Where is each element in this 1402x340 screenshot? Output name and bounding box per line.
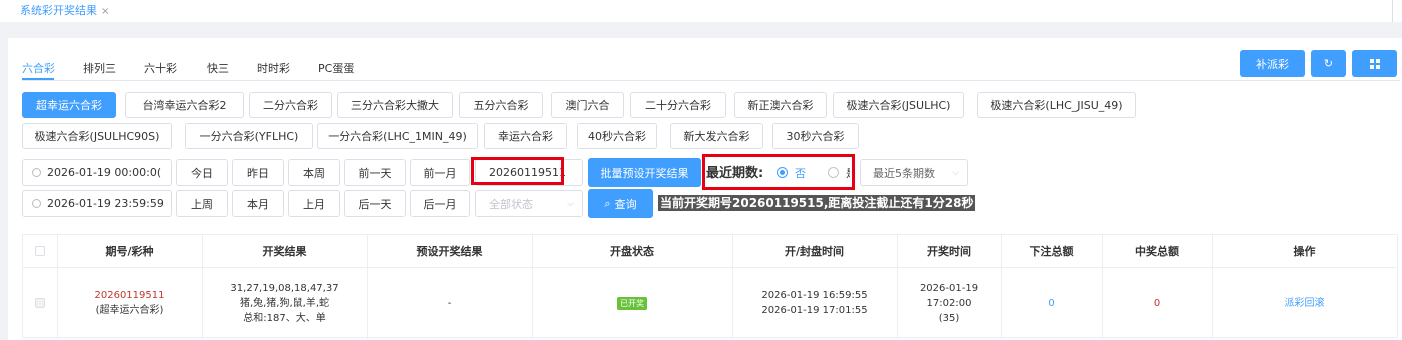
divider (1392, 0, 1393, 22)
tab-liushicai[interactable]: 六十彩 (144, 60, 177, 76)
bet-total[interactable]: 0 (1001, 267, 1102, 339)
chevron-down-icon: ⌵ (567, 198, 574, 209)
close-icon[interactable]: × (101, 6, 109, 17)
header-open-close-time: 开/封盘时间 (784, 245, 845, 258)
query-button[interactable]: ⌕ 查询 (588, 189, 653, 218)
win-total[interactable]: 0 (1102, 267, 1212, 339)
game-button[interactable]: 极速六合彩(JSULHC) (833, 92, 964, 118)
batch-preset-button[interactable]: 批量预设开奖结果 (588, 158, 701, 187)
refresh-button[interactable]: ↻ (1311, 50, 1346, 77)
refresh-icon: ↻ (1323, 57, 1334, 70)
chevron-down-icon: ⌵ (952, 167, 959, 178)
today-button[interactable]: 今日 (176, 159, 228, 186)
table-row-status: 已开奖 (532, 267, 732, 339)
grid-icon (1369, 58, 1380, 69)
table-row-draw-time: 2026-01-19 17:02:00 (35) (897, 267, 1001, 339)
game-button[interactable]: 幸运六合彩 (484, 123, 567, 149)
rollback-payout-link[interactable]: 派彩回滚 (1212, 267, 1397, 339)
radio-yes-label: 是 (846, 165, 850, 181)
layout-button[interactable] (1352, 50, 1397, 77)
close-time: 2026-01-19 17:01:55 (761, 305, 868, 316)
game-button[interactable]: 30秒六合彩 (772, 123, 859, 149)
header-result: 开奖结果 (262, 245, 307, 258)
table-row-issue: 20260119511 (超幸运六合彩) (57, 267, 202, 339)
game-button[interactable]: 澳门六合 (551, 92, 624, 118)
header-status: 开盘状态 (610, 245, 654, 258)
results-table: 期号/彩种 开奖结果 预设开奖结果 开盘状态 开/封盘时间 开奖时间 下注总额 … (22, 234, 1398, 339)
clock-icon (32, 168, 41, 177)
tab-shishicai[interactable]: 时时彩 (257, 60, 290, 76)
radio-no-label: 否 (795, 167, 806, 180)
game-button[interactable]: 三分六合彩大撒大 (337, 92, 453, 118)
current-issue-notice: 当前开奖期号20260119515,距离投注截止还有1分28秒 (658, 195, 976, 211)
next-day-button[interactable]: 后一天 (344, 190, 406, 217)
clock-icon (32, 199, 41, 208)
tab-divider (22, 80, 1400, 81)
game-button[interactable]: 一分六合彩(YFLHC) (185, 123, 313, 149)
last-month-button[interactable]: 上月 (288, 190, 340, 217)
header-win-total: 中奖总额 (1135, 245, 1179, 258)
recent-periods-select[interactable]: 最近5条期数 ⌵ (860, 159, 968, 186)
table-row-preset: - (447, 297, 452, 309)
header-preset: 预设开奖结果 (416, 245, 483, 258)
select-all-checkbox[interactable] (23, 235, 57, 267)
page-tab-system-lottery-results[interactable]: 系统彩开奖结果 × (20, 2, 109, 18)
game-button[interactable]: 一分六合彩(LHC_1MIN_49) (317, 123, 478, 149)
header-issue: 期号/彩种 (105, 245, 154, 258)
prev-month-button[interactable]: 前一月 (410, 159, 470, 186)
game-button[interactable]: 新大发六合彩 (670, 123, 763, 149)
tab-pcdandan[interactable]: PC蛋蛋 (318, 60, 354, 76)
radio-no[interactable] (777, 167, 788, 178)
row-checkbox[interactable] (23, 267, 57, 339)
tab-kuaisan[interactable]: 快三 (207, 60, 229, 76)
game-button[interactable]: 超幸运六合彩 (22, 92, 116, 118)
draw-count: (35) (938, 312, 960, 324)
page-tab-bar: 系统彩开奖结果 × (0, 0, 1402, 22)
radio-yes[interactable] (828, 167, 839, 178)
table-row-result: 31,27,19,08,18,47,37 猪,兔,猪,狗,鼠,羊,蛇 总和:18… (202, 267, 367, 339)
draw-time: 2026-01-19 17:02:00 (919, 282, 979, 309)
table-row-open-close: 2026-01-19 16:59:55 2026-01-19 17:01:55 (732, 267, 897, 339)
game-button[interactable]: 极速六合彩(JSULHC90S) (22, 123, 172, 149)
result-sum: 总和:187、大、单 (243, 312, 326, 324)
tab-pailiesan[interactable]: 排列三 (83, 60, 116, 76)
tab-liuhecai[interactable]: 六合彩 (22, 60, 55, 76)
issue-number[interactable]: 20260119511 (95, 288, 165, 303)
start-date-input[interactable]: 2026-01-19 00:00:0( (22, 159, 172, 186)
game-button[interactable]: 新正澳六合彩 (734, 92, 827, 118)
recent-periods-label: 最近期数: (706, 166, 764, 181)
status-badge: 已开奖 (617, 296, 647, 310)
prev-day-button[interactable]: 前一天 (344, 159, 406, 186)
result-zodiac: 猪,兔,猪,狗,鼠,羊,蛇 (239, 297, 330, 309)
end-date-input[interactable]: 2026-01-19 23:59:59 (22, 190, 172, 217)
header-bet-total: 下注总额 (1029, 245, 1074, 258)
status-select[interactable]: 全部状态 ⌵ (475, 190, 583, 217)
open-time: 2026-01-19 16:59:55 (761, 290, 868, 301)
game-button[interactable]: 二十分六合彩 (630, 92, 726, 118)
next-month-button[interactable]: 后一月 (410, 190, 470, 217)
this-week-button[interactable]: 本周 (288, 159, 340, 186)
game-button[interactable]: 40秒六合彩 (577, 123, 657, 149)
this-month-button[interactable]: 本月 (232, 190, 284, 217)
result-numbers: 31,27,19,08,18,47,37 (230, 282, 339, 294)
game-button[interactable]: 二分六合彩 (249, 92, 332, 118)
game-button[interactable]: 五分六合彩 (459, 92, 543, 118)
yesterday-button[interactable]: 昨日 (232, 159, 284, 186)
game-button[interactable]: 极速六合彩(LHC_JISU_49) (977, 92, 1136, 118)
header-draw-time: 开奖时间 (927, 245, 971, 258)
header-actions: 操作 (1293, 245, 1316, 258)
page-tab-label: 系统彩开奖结果 (20, 4, 97, 17)
last-week-button[interactable]: 上周 (176, 190, 228, 217)
game-button[interactable]: 台湾幸运六合彩2 (125, 92, 244, 118)
game-name: (超幸运六合彩) (95, 305, 164, 316)
search-icon: ⌕ (604, 196, 611, 210)
main-panel: 六合彩 排列三 六十彩 快三 时时彩 PC蛋蛋 补派彩 ↻ 超幸运六合彩 台湾幸… (8, 38, 1402, 340)
supplement-payout-button[interactable]: 补派彩 (1240, 50, 1305, 77)
highlight-box (471, 157, 564, 185)
